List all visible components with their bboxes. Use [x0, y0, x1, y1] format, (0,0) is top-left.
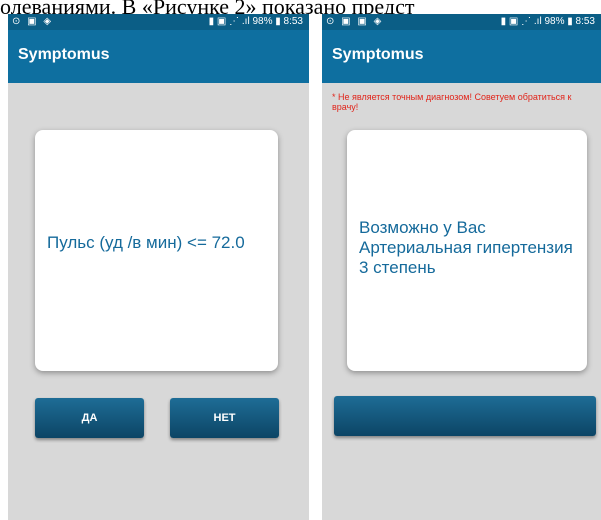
diagnosis-card: Возможно у Вас Артериальная гипертензия …	[347, 130, 587, 371]
question-card: Пульс (уд /в мин) <= 72.0	[35, 130, 278, 371]
no-button[interactable]: НЕТ	[170, 398, 279, 438]
status-indicators: ▮ ▣ ⋰ .ıl 98% ▮ 8:53	[208, 16, 303, 27]
yes-button[interactable]: ДА	[35, 398, 144, 438]
app-title: Symptomus	[332, 46, 424, 63]
disclaimer-text: * Не является точным диагнозом! Советуем…	[332, 92, 572, 112]
app-bar: Symptomus	[322, 30, 601, 83]
status-bar: ⊙ ▣ ◈ ▮ ▣ ⋰ .ıl 98% ▮ 8:53	[8, 14, 309, 30]
screen-diagnosis: ⊙ ▣ ▣ ◈ ▮ ▣ ⋰ .ıl 98% ▮ 8:53 Symptomus *…	[322, 14, 601, 520]
diagnosis-text: Возможно у Вас Артериальная гипертензия …	[359, 218, 573, 277]
screen-question: ⊙ ▣ ◈ ▮ ▣ ⋰ .ıl 98% ▮ 8:53 Symptomus Пул…	[8, 14, 309, 520]
app-bar: Symptomus	[8, 30, 309, 83]
status-indicators: ▮ ▣ ⋰ .ıl 98% ▮ 8:53	[500, 16, 595, 27]
status-bar: ⊙ ▣ ▣ ◈ ▮ ▣ ⋰ .ıl 98% ▮ 8:53	[322, 14, 601, 30]
question-text: Пульс (уд /в мин) <= 72.0	[47, 233, 245, 252]
action-button[interactable]	[334, 396, 596, 436]
notification-icons: ⊙ ▣ ◈	[12, 16, 54, 27]
app-title: Symptomus	[18, 46, 110, 63]
notification-icons: ⊙ ▣ ▣ ◈	[326, 16, 384, 27]
